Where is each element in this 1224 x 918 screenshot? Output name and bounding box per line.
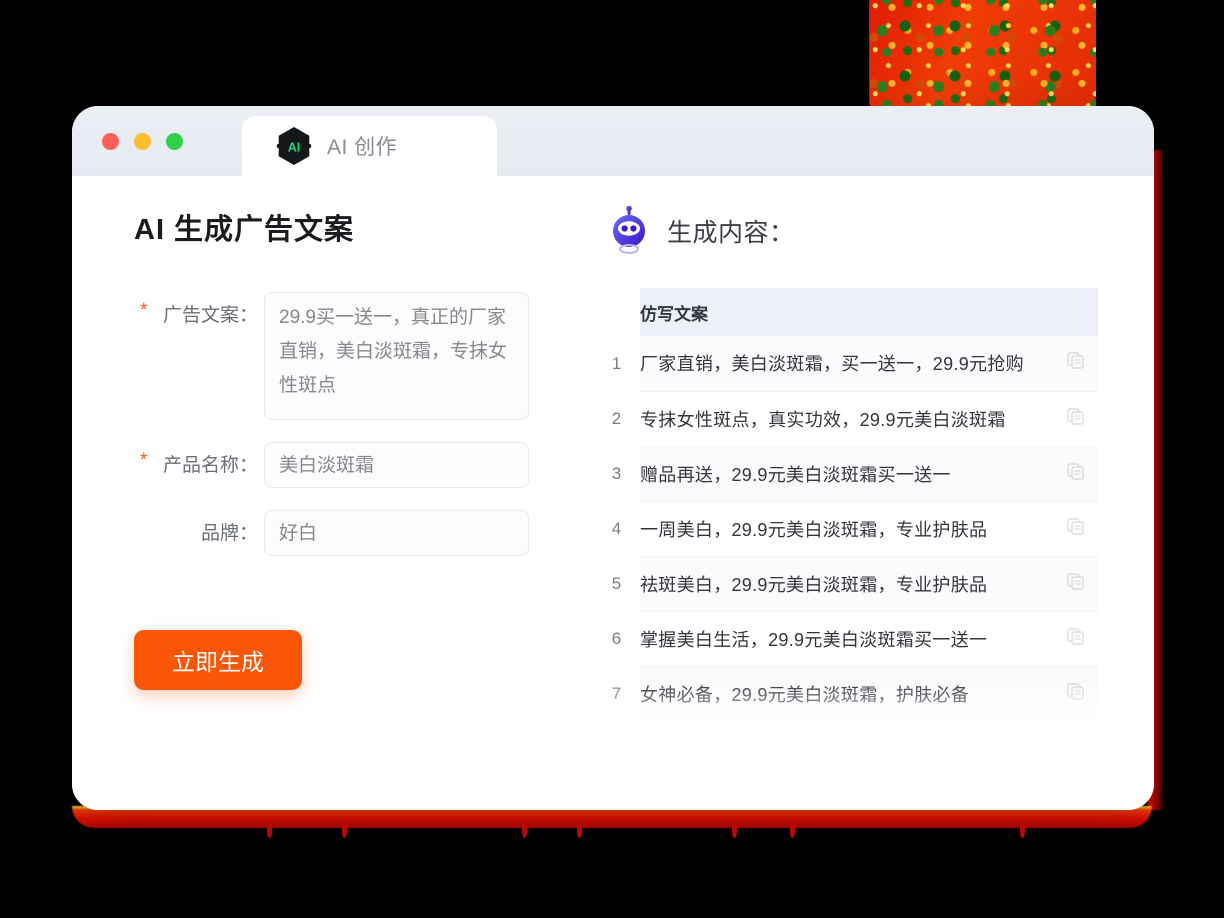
label-ad-copy: * 广告文案： <box>134 292 264 327</box>
header-action <box>1052 288 1098 336</box>
form-row-brand: 品牌： 好白 <box>134 510 592 556</box>
row-action[interactable] <box>1052 501 1098 557</box>
label-product-name: * 产品名称： <box>134 442 264 477</box>
copy-icon[interactable] <box>1066 572 1084 590</box>
row-text: 赠品再送，29.9元美白淡斑霜买一送一 <box>640 446 1052 502</box>
row-action[interactable] <box>1052 556 1098 612</box>
results-table: 仿写文案 1 厂家直销，美白淡斑霜，买一送一，29.9元抢购 2 专抹女性斑点，真实… <box>593 288 1098 722</box>
table-row[interactable]: 2 专抹女性斑点，真实功效，29.9元美白淡斑霜 <box>593 391 1098 447</box>
results-title: 生成内容： <box>667 219 795 247</box>
window-content: AI 生成广告文案 * 广告文案： 29.9买一送一，真正的厂家直销，美白淡斑霜… <box>72 176 1154 810</box>
copy-icon[interactable] <box>1066 627 1084 645</box>
generate-button[interactable]: 立即生成 <box>134 630 302 690</box>
row-index: 7 <box>611 683 622 703</box>
table-row[interactable]: 4 一周美白，29.9元美白淡斑霜，专业护肤品 <box>593 501 1098 557</box>
results-header: 生成内容： <box>607 206 1154 256</box>
copy-icon[interactable] <box>1066 682 1084 700</box>
table-row[interactable]: 1 厂家直销，美白淡斑霜，买一送一，29.9元抢购 <box>593 336 1098 392</box>
decorative-bottom-drips <box>72 824 1152 846</box>
decorative-red-arrow <box>869 0 929 104</box>
ad-copy-textarea[interactable]: 29.9买一送一，真正的厂家直销，美白淡斑霜，专抹女性斑点 <box>264 292 529 420</box>
page-title: AI 生成广告文案 <box>134 214 355 246</box>
brand-input[interactable]: 好白 <box>264 510 529 556</box>
row-text: 厂家直销，美白淡斑霜，买一送一，29.9元抢购 <box>640 336 1052 392</box>
header-index <box>593 288 640 336</box>
copy-icon[interactable] <box>1066 352 1084 369</box>
tab-label: AI 创作 <box>327 136 398 159</box>
results-panel: 生成内容： 仿写文案 1 厂家直销，美白淡斑霜，买一送一，29.9元抢购 2 专… <box>592 176 1154 810</box>
row-text: 掌握美白生活，29.9元美白淡斑霜买一送一 <box>640 611 1052 667</box>
row-index: 4 <box>611 518 622 538</box>
form-panel: AI 生成广告文案 * 广告文案： 29.9买一送一，真正的厂家直销，美白淡斑霜… <box>72 176 592 810</box>
row-action[interactable] <box>1052 666 1098 722</box>
table-row[interactable]: 5 祛斑美白，29.9元美白淡斑霜，专业护肤品 <box>593 556 1098 612</box>
copy-icon[interactable] <box>1066 407 1084 425</box>
row-text: 一周美白，29.9元美白淡斑霜，专业护肤品 <box>640 501 1052 557</box>
label-text-product-name: 产品名称： <box>162 455 258 476</box>
row-index: 1 <box>611 353 622 373</box>
row-index: 2 <box>611 408 622 428</box>
row-text: 专抹女性斑点，真实功效，29.9元美白淡斑霜 <box>640 391 1052 447</box>
table-header-row: 仿写文案 <box>593 288 1098 336</box>
results-table-head: 仿写文案 <box>593 288 1098 336</box>
form-row-ad-copy: * 广告文案： 29.9买一送一，真正的厂家直销，美白淡斑霜，专抹女性斑点 <box>134 292 592 420</box>
results-table-wrapper: 仿写文案 1 厂家直销，美白淡斑霜，买一送一，29.9元抢购 2 专抹女性斑点，真实… <box>593 288 1154 753</box>
svg-text:AI: AI <box>288 141 301 155</box>
minimize-window-button[interactable] <box>134 132 151 150</box>
row-text: 女神必备，29.9元美白淡斑霜，护肤必备 <box>640 666 1052 722</box>
copy-icon[interactable] <box>1066 517 1084 535</box>
row-action[interactable] <box>1052 336 1098 392</box>
ai-logo-icon: AI <box>274 126 314 166</box>
table-row[interactable]: 6 掌握美白生活，29.9元美白淡斑霜买一送一 <box>593 611 1098 667</box>
row-action[interactable] <box>1052 446 1098 502</box>
traffic-light-group <box>102 132 183 150</box>
required-asterisk-ad-copy: * <box>140 300 148 321</box>
label-text-brand: 品牌： <box>200 523 258 544</box>
form-row-product-name: * 产品名称： 美白淡斑霜 <box>134 442 592 488</box>
row-action[interactable] <box>1052 611 1098 667</box>
table-row[interactable]: 3 赠品再送，29.9元美白淡斑霜买一送一 <box>593 446 1098 502</box>
row-index: 5 <box>611 573 622 593</box>
header-copy-text: 仿写文案 <box>640 288 1052 336</box>
row-text: 祛斑美白，29.9元美白淡斑霜，专业护肤品 <box>640 556 1052 612</box>
label-brand: 品牌： <box>134 510 264 545</box>
required-asterisk-product-name: * <box>140 450 148 471</box>
decorative-texture-patch <box>870 0 1096 106</box>
maximize-window-button[interactable] <box>166 132 183 150</box>
label-text-ad-copy: 广告文案： <box>162 305 258 326</box>
robot-icon <box>607 206 651 256</box>
table-row[interactable]: 7 女神必备，29.9元美白淡斑霜，护肤必备 <box>593 666 1098 722</box>
close-window-button[interactable] <box>102 132 119 150</box>
app-window: AI AI 创作 AI 生成广告文案 * 广告文案： 29.9买一送一，真正的厂… <box>72 106 1154 810</box>
row-index: 6 <box>611 628 622 648</box>
copy-icon[interactable] <box>1066 462 1084 480</box>
window-titlebar: AI AI 创作 <box>72 106 1154 176</box>
product-name-input[interactable]: 美白淡斑霜 <box>264 442 529 488</box>
results-table-body: 1 厂家直销，美白淡斑霜，买一送一，29.9元抢购 2 专抹女性斑点，真实功效，29… <box>593 336 1098 722</box>
tab-ai-create[interactable]: AI AI 创作 <box>242 116 497 176</box>
row-action[interactable] <box>1052 391 1098 447</box>
row-index: 3 <box>611 463 622 483</box>
